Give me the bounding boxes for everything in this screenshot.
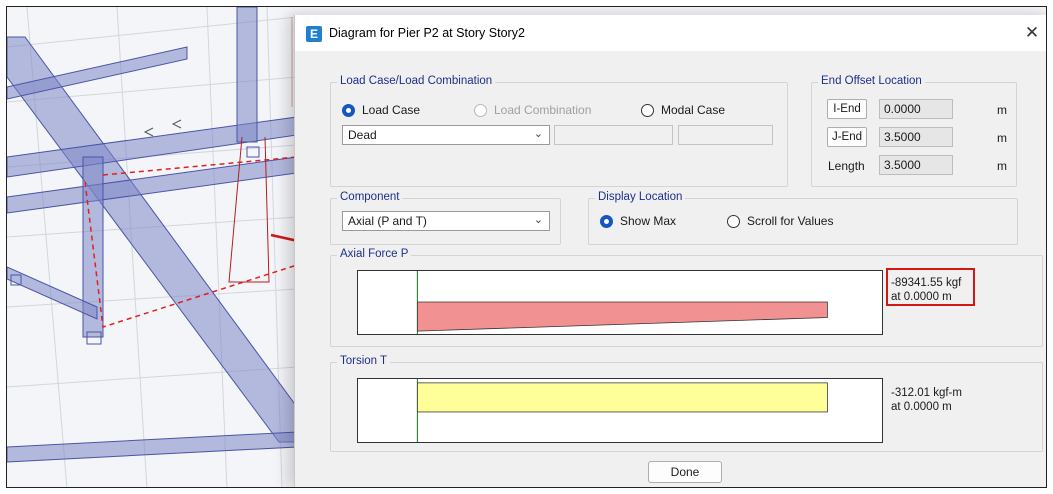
radio-dot-selected (342, 103, 355, 117)
axial-force-group-title: Axial Force P (337, 248, 412, 260)
radio-load-case[interactable]: Load Case (342, 103, 420, 117)
radio-dot (474, 103, 487, 117)
radio-dot (727, 214, 740, 228)
load-case-select-value: Dead (348, 128, 377, 142)
radio-scroll-for-values-label: Scroll for Values (747, 214, 834, 228)
radio-dot (641, 103, 654, 117)
j-end-button[interactable]: J-End (827, 127, 867, 147)
axial-force-diagram (357, 270, 883, 335)
radio-load-case-label: Load Case (362, 103, 421, 117)
dialog-titlebar: E Diagram for Pier P2 at Story Story2 ✕ (295, 15, 1046, 51)
pier-diagram-dialog: E Diagram for Pier P2 at Story Story2 ✕ … (294, 15, 1046, 487)
torsion-location: at 0.0000 m (891, 401, 952, 413)
radio-load-combination[interactable]: Load Combination (474, 103, 591, 117)
radio-scroll-for-values[interactable]: Scroll for Values (727, 214, 833, 228)
j-end-value: 3.5000 (879, 127, 953, 147)
modal-case-field (678, 125, 773, 145)
radio-dot-selected (600, 214, 613, 228)
load-case-select[interactable]: Dead ⌄ (342, 125, 550, 145)
dialog-title: Diagram for Pier P2 at Story Story2 (329, 26, 525, 40)
end-offset-group-title: End Offset Location (818, 75, 925, 87)
axial-force-fill (417, 301, 828, 332)
torsion-diagram (357, 378, 883, 443)
component-select[interactable]: Axial (P and T) ⌄ (342, 211, 550, 231)
torsion-value: -312.01 kgf-m (891, 387, 962, 399)
radio-show-max[interactable]: Show Max (600, 214, 676, 228)
axial-force-highlight-box (886, 268, 975, 306)
i-end-value: 0.0000 (879, 99, 953, 119)
j-end-unit: m (997, 131, 1007, 145)
radio-show-max-label: Show Max (620, 214, 677, 228)
i-end-button[interactable]: I-End (827, 99, 867, 119)
done-button[interactable]: Done (648, 461, 722, 483)
i-end-unit: m (997, 103, 1007, 117)
length-label: Length (828, 159, 865, 173)
torsion-group-title: Torsion T (337, 355, 391, 367)
etabs-app-icon: E (306, 26, 322, 42)
load-case-group-title: Load Case/Load Combination (337, 75, 496, 87)
load-combination-field (554, 125, 673, 145)
torsion-readout: -312.01 kgf-m at 0.0000 m (891, 386, 962, 414)
screenshot-frame: E Diagram for Pier P2 at Story Story2 ✕ … (6, 6, 1047, 488)
chevron-down-icon: ⌄ (533, 128, 543, 140)
radio-load-combination-label: Load Combination (494, 103, 592, 117)
radio-modal-case[interactable]: Modal Case (641, 103, 725, 117)
component-select-value: Axial (P and T) (348, 214, 427, 228)
length-unit: m (997, 159, 1007, 173)
length-value: 3.5000 (879, 155, 953, 175)
torsion-fill (417, 382, 828, 413)
radio-modal-case-label: Modal Case (661, 103, 726, 117)
close-icon[interactable]: ✕ (1022, 23, 1042, 43)
display-location-group-title: Display Location (595, 191, 686, 203)
component-group-title: Component (337, 191, 403, 203)
chevron-down-icon: ⌄ (533, 214, 543, 226)
